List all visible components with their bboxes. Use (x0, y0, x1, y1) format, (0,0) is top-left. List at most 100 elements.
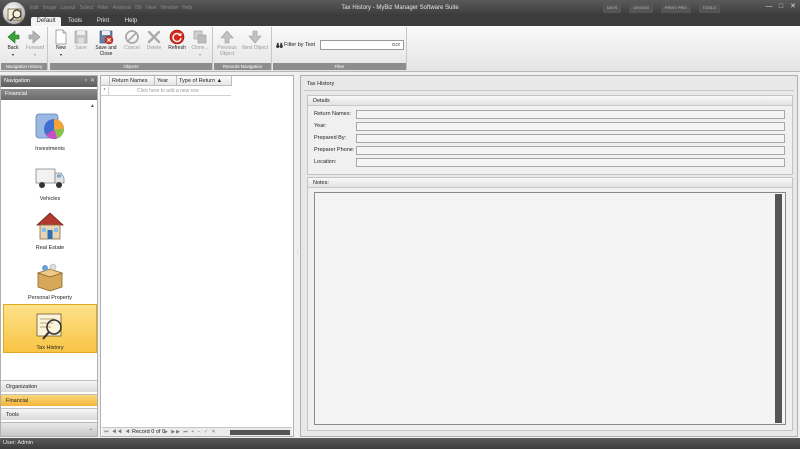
record-nav-first-prev-buttons[interactable]: ⏮ ◀◀ ◀ (104, 428, 131, 437)
qat-item[interactable]: Filter (97, 3, 108, 13)
qat-item[interactable]: Db (135, 3, 141, 13)
qat-item[interactable]: Layout (61, 3, 76, 13)
navigation-title: Navigation (4, 78, 30, 84)
location-field[interactable] (356, 158, 785, 167)
forward-button[interactable]: Forward ▾ (24, 29, 46, 57)
qat-item[interactable]: Analysis (113, 3, 132, 13)
cancel-button[interactable]: Cancel (122, 29, 142, 52)
navigation-pane: Navigation ᵖ ✕ Financial ▲ Investments V… (0, 75, 98, 437)
window-title: Tax History - MyBiz Manager Software Sui… (341, 5, 459, 11)
refresh-button[interactable]: Refresh (166, 29, 188, 52)
truck-icon (35, 168, 65, 188)
new-document-icon (55, 29, 67, 45)
preparer-phone-label: Preparer Phone: (314, 147, 355, 153)
chevron-down-icon[interactable]: ⌄ (89, 426, 93, 432)
qat-item[interactable]: Edit (30, 3, 39, 13)
application-menu-button[interactable] (2, 1, 26, 25)
nav-item-tax-history[interactable]: Tax History (3, 304, 97, 353)
new-row[interactable]: * Click here to add a new row (101, 87, 231, 96)
nav-item-investments[interactable]: Investments (3, 106, 97, 155)
details-group: Details Return Names: Year: Prepared By:… (307, 95, 793, 175)
window-controls: — □ ✕ (764, 2, 798, 12)
arrow-right-icon (28, 30, 41, 44)
nav-item-real-estate[interactable]: Real Estate (3, 205, 97, 254)
notes-textarea[interactable] (314, 192, 786, 425)
tax-document-icon (36, 313, 62, 340)
return-names-label: Return Names: (314, 111, 351, 117)
save-button[interactable]: Save (72, 29, 90, 52)
nav-group-organization[interactable]: Organization (1, 380, 97, 392)
nav-group-financial[interactable]: Financial (1, 394, 97, 406)
next-object-label: Next Object (241, 45, 269, 51)
nav-group-tools[interactable]: Tools (1, 408, 97, 420)
previous-object-button[interactable]: Previous Object (215, 29, 239, 57)
notes-header: Notes: (308, 178, 792, 188)
record-nav-next-last-buttons[interactable]: ▶ ▶▶ ⏭ + − ✓ ✕ (164, 428, 217, 437)
new-label: New (55, 45, 66, 51)
qat-item[interactable]: Select (80, 3, 94, 13)
delete-label: Delete (146, 45, 162, 51)
minimize-button[interactable]: — (764, 2, 774, 12)
column-header-type-of-return[interactable]: Type of Return ▲ (177, 76, 232, 86)
new-button[interactable]: New ▾ (52, 29, 70, 57)
return-names-field[interactable] (356, 110, 785, 119)
location-label: Location: (314, 159, 337, 165)
prepared-by-label: Prepared By: (314, 135, 347, 141)
navigation-footer: ⌄ (1, 422, 97, 436)
column-header-return-names[interactable]: Return Names (110, 76, 155, 86)
go-button[interactable]: GO! (389, 41, 403, 49)
title-right-group: DAYS DESIGN PRINT PRG TOOLS (602, 3, 720, 13)
binoculars-icon (276, 42, 283, 48)
title-box[interactable]: PRINT PRG (660, 3, 691, 13)
quick-access-toolbar: Edit Image Layout Select Filter Analysis… (30, 3, 192, 13)
tab-help[interactable]: Help (120, 17, 142, 26)
close-icon[interactable]: ✕ (90, 76, 95, 87)
back-button[interactable]: Back ▾ (3, 29, 23, 57)
qat-item[interactable]: Image (43, 3, 57, 13)
save-and-close-button[interactable]: Save and Close (92, 29, 120, 57)
next-object-button[interactable]: Next Object (240, 29, 270, 52)
qat-item[interactable]: Window (160, 3, 178, 13)
new-row-prompt: Click here to add a new row (137, 88, 199, 94)
pin-icon[interactable]: ᵖ (85, 76, 87, 87)
grid-header: Return Names Year Type of Return ▲ (101, 76, 232, 86)
tab-tools[interactable]: Tools (64, 17, 86, 26)
delete-icon (147, 30, 161, 44)
preparer-phone-field[interactable] (356, 146, 785, 155)
nav-item-vehicles[interactable]: Vehicles (3, 156, 97, 205)
nav-item-label: Real Estate (35, 245, 65, 251)
record-count: Record 0 of 0 (132, 429, 166, 435)
year-field[interactable] (356, 122, 785, 131)
nav-item-label: Investments (35, 146, 65, 152)
clone-button[interactable]: Clone... ▾ (189, 29, 211, 57)
tab-print[interactable]: Print (92, 17, 114, 26)
title-box[interactable]: TOOLS (698, 3, 720, 13)
divider (304, 90, 794, 91)
horizontal-scrollbar[interactable] (230, 430, 290, 435)
back-label: Back (7, 45, 19, 51)
prepared-by-field[interactable] (356, 134, 785, 143)
nav-item-personal-property[interactable]: Personal Property (3, 255, 97, 304)
close-button[interactable]: ✕ (788, 2, 798, 12)
ribbon-group-label: Filter (273, 63, 406, 70)
ribbon-group-label: Objects (50, 63, 212, 70)
tab-default[interactable]: Default (31, 17, 61, 26)
qat-item[interactable]: View (146, 3, 157, 13)
detail-title: Tax History (307, 81, 335, 87)
save-label: Save (75, 45, 87, 51)
maximize-button[interactable]: □ (776, 2, 786, 12)
pane-splitter[interactable]: ⋮ (295, 250, 300, 262)
title-box[interactable]: DESIGN (629, 3, 653, 13)
delete-button[interactable]: Delete (144, 29, 164, 52)
notes-scrollbar[interactable] (775, 194, 782, 423)
year-label: Year: (314, 123, 327, 129)
nav-item-label: Personal Property (27, 295, 73, 301)
qat-item[interactable]: Help (182, 3, 192, 13)
records-grid: Return Names Year Type of Return ▲ * Cli… (100, 75, 294, 437)
ribbon-group-objects: New ▾ Save Save and Close Cancel Delete … (50, 27, 213, 70)
previous-object-label-line2: Object (219, 50, 235, 57)
current-user: User: Admin (3, 440, 33, 446)
nav-item-label: Tax History (36, 345, 64, 351)
title-box[interactable]: DAYS (602, 3, 622, 13)
column-header-year[interactable]: Year (155, 76, 177, 86)
